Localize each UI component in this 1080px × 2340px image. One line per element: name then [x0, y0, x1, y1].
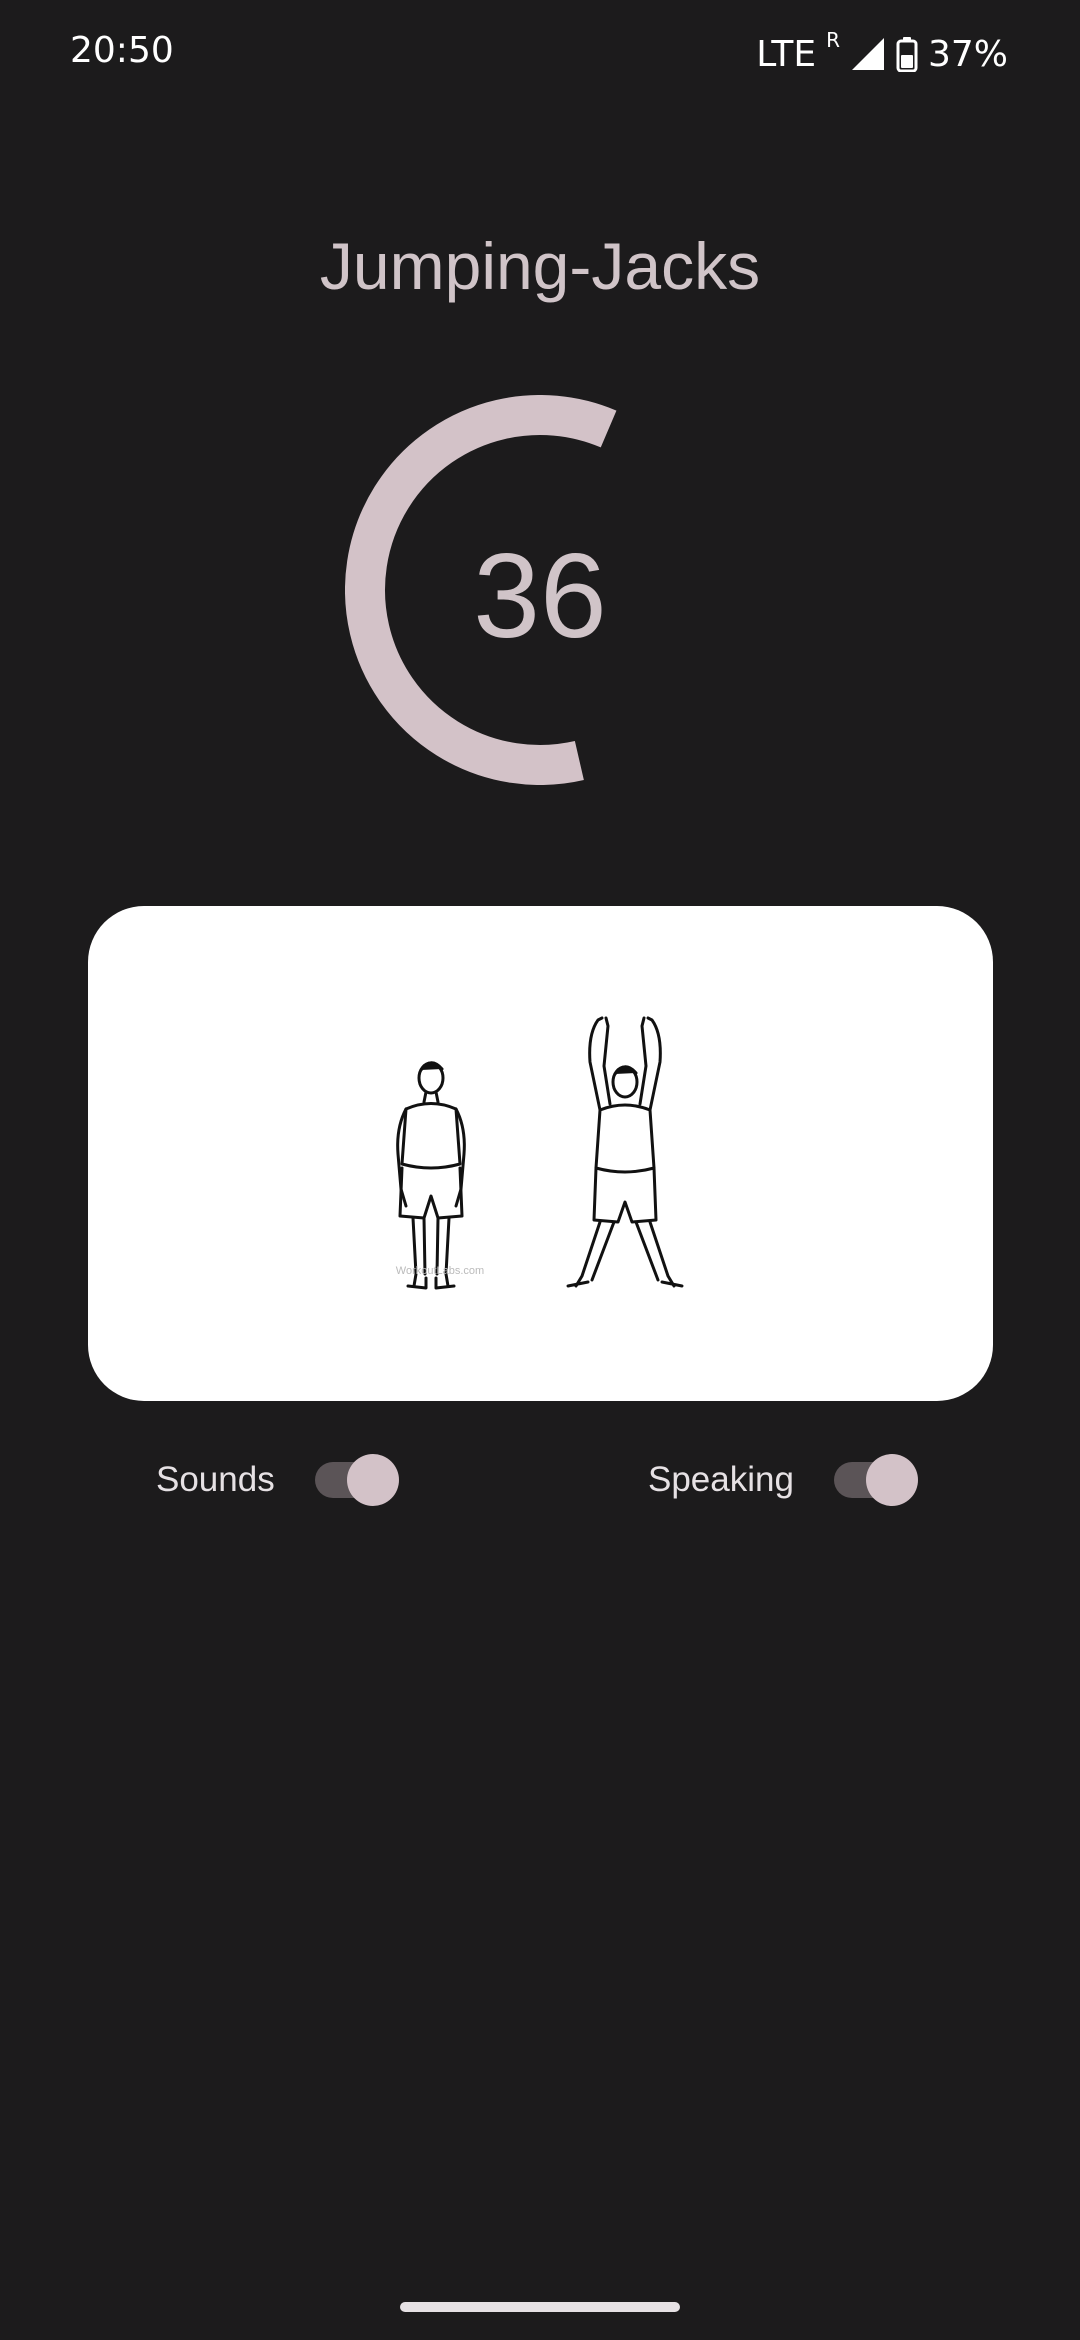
battery-icon	[896, 36, 918, 72]
countdown-timer: 36	[345, 395, 735, 785]
speaking-label: Speaking	[648, 1460, 794, 1499]
jumping-jacks-illustration: WorkoutLabs.com	[396, 1016, 684, 1290]
speaking-switch[interactable]	[833, 1452, 918, 1508]
status-time: 20:50	[70, 30, 174, 71]
sounds-switch[interactable]	[314, 1452, 399, 1508]
gesture-navigation-bar[interactable]	[400, 2302, 680, 2312]
network-type: LTE	[756, 33, 817, 75]
status-bar: 20:50 LTE R 37%	[0, 0, 1080, 110]
speaking-switch-thumb	[865, 1454, 918, 1506]
battery-percent: 37%	[927, 33, 1008, 75]
exercise-title: Jumping-Jacks	[319, 229, 761, 303]
network-indicator: LTE R	[756, 28, 840, 75]
sounds-switch-thumb	[346, 1454, 399, 1506]
sounds-label: Sounds	[156, 1460, 275, 1499]
speaking-toggle-row: Speaking	[648, 1450, 918, 1510]
countdown-value: 36	[473, 529, 607, 663]
illustration-watermark: WorkoutLabs.com	[396, 1265, 484, 1277]
sounds-toggle-row: Sounds	[156, 1450, 399, 1510]
signal-icon	[850, 36, 886, 72]
roaming-indicator: R	[826, 27, 840, 52]
status-indicators: LTE R 37%	[756, 28, 1008, 78]
exercise-illustration-card: WorkoutLabs.com	[88, 906, 993, 1401]
